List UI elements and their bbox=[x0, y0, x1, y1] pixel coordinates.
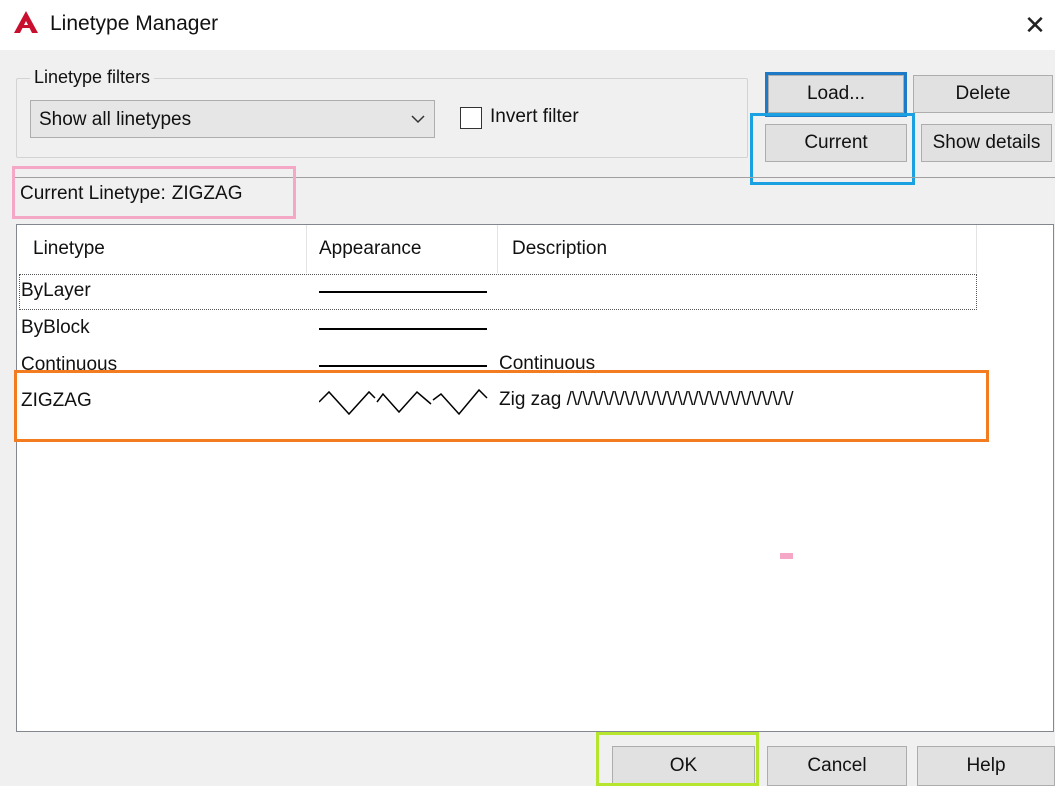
current-linetype-display: Current Linetype: ZIGZAG bbox=[20, 183, 242, 205]
show-details-button[interactable]: Show details bbox=[921, 124, 1052, 162]
invert-filter-checkbox[interactable] bbox=[460, 107, 482, 129]
cancel-button[interactable]: Cancel bbox=[767, 746, 907, 786]
invert-filter-label: Invert filter bbox=[490, 106, 579, 127]
linetype-preview-zigzag bbox=[319, 388, 488, 416]
linetype-filter-value: Show all linetypes bbox=[39, 109, 192, 130]
help-button[interactable]: Help bbox=[917, 746, 1055, 786]
table-row-continuous[interactable]: Continuous Continuous bbox=[17, 348, 1047, 370]
column-header-description[interactable]: Description bbox=[498, 225, 977, 273]
current-linetype-value: ZIGZAG bbox=[171, 183, 243, 204]
linetype-description: Continuous bbox=[499, 353, 596, 370]
linetype-name: ByBlock bbox=[21, 317, 90, 338]
linetype-name: ByLayer bbox=[21, 280, 91, 301]
column-header-appearance[interactable]: Appearance bbox=[307, 225, 498, 273]
delete-button[interactable]: Delete bbox=[913, 75, 1053, 113]
load-button[interactable]: Load... bbox=[768, 75, 904, 113]
title-bar: Linetype Manager ✕ bbox=[0, 0, 1055, 50]
current-linetype-label: Current Linetype: bbox=[20, 183, 166, 204]
chevron-down-icon bbox=[411, 115, 425, 124]
list-header: Linetype Appearance Description bbox=[17, 225, 977, 273]
linetype-name: Continuous bbox=[21, 354, 118, 370]
linetype-list[interactable]: Linetype Appearance Description ByLayer … bbox=[16, 224, 1054, 732]
table-row-bylayer[interactable]: ByLayer bbox=[17, 274, 1047, 310]
linetype-preview-solid bbox=[319, 365, 487, 367]
linetype-preview-solid bbox=[319, 291, 487, 293]
autocad-logo-icon bbox=[14, 11, 38, 33]
linetype-filter-dropdown[interactable]: Show all linetypes bbox=[30, 100, 435, 138]
linetype-name: ZIGZAG bbox=[21, 390, 92, 411]
column-header-linetype[interactable]: Linetype bbox=[17, 225, 307, 273]
linetype-filters-legend: Linetype filters bbox=[30, 67, 155, 88]
pink-marker bbox=[780, 553, 793, 559]
separator-line bbox=[14, 177, 1055, 178]
ok-button[interactable]: OK bbox=[612, 746, 755, 786]
table-row-zigzag[interactable]: ZIGZAG Zig zag /\/\/\/\/\/\/\/\/\/\/\/\/… bbox=[17, 384, 1047, 420]
current-button[interactable]: Current bbox=[765, 124, 907, 162]
window-title: Linetype Manager bbox=[50, 12, 219, 35]
linetype-preview-solid bbox=[319, 328, 487, 330]
linetype-description: Zig zag /\/\/\/\/\/\/\/\/\/\/\/\/\/\/\/\… bbox=[499, 389, 794, 410]
close-button[interactable]: ✕ bbox=[1018, 8, 1052, 42]
table-row-byblock[interactable]: ByBlock bbox=[17, 311, 1047, 347]
